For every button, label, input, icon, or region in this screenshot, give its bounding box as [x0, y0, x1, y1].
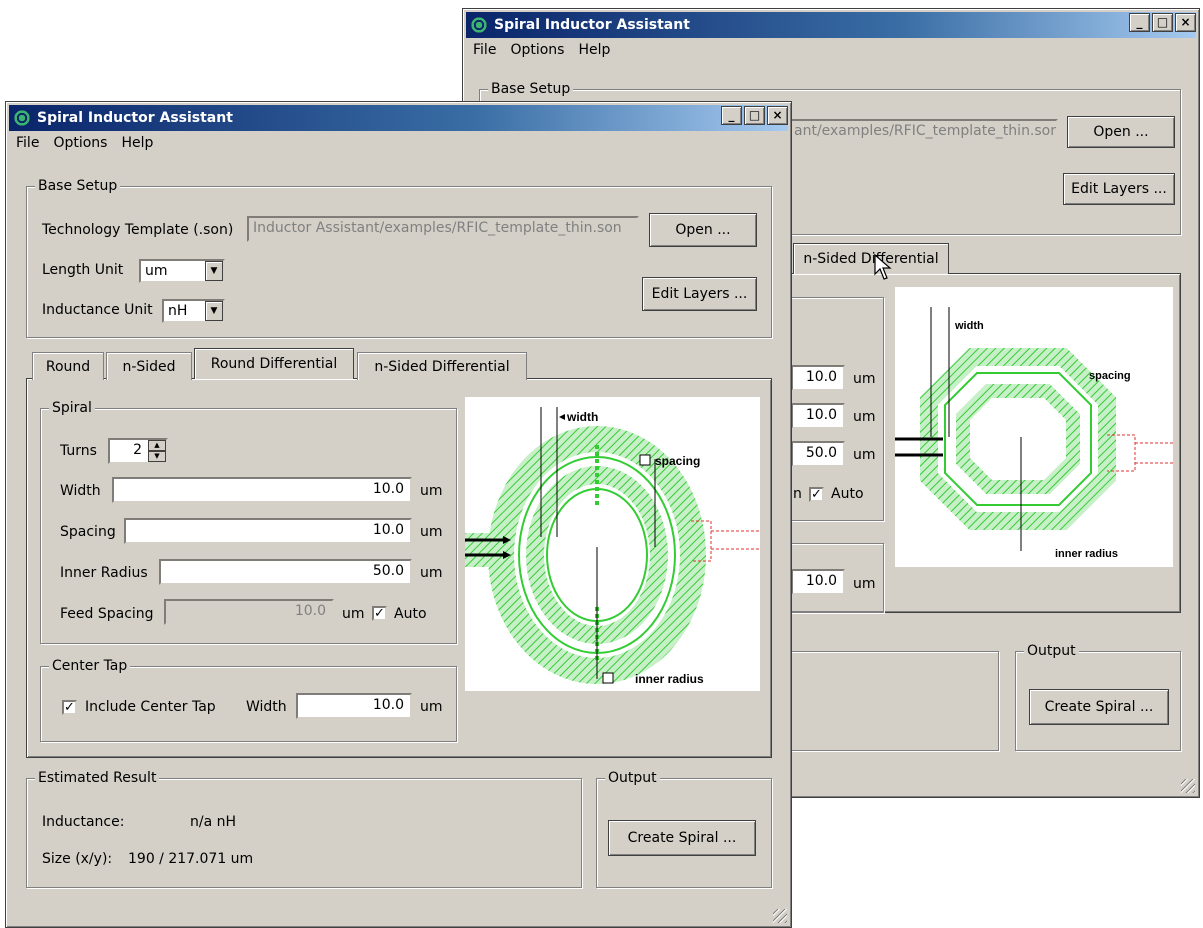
- template-field[interactable]: Inductor Assistant/examples/RFIC_templat…: [247, 216, 639, 242]
- back-spacing-field[interactable]: 10.0: [791, 403, 845, 429]
- back-edit-layers-button[interactable]: Edit Layers ...: [1063, 173, 1175, 205]
- spacing-field[interactable]: 10.0: [124, 518, 412, 544]
- mouse-cursor-icon: [874, 254, 892, 280]
- back-inner-radius-unit: um: [853, 447, 876, 463]
- template-label: Technology Template (.son): [42, 222, 234, 238]
- width-unit: um: [420, 483, 443, 499]
- back-width-unit: um: [853, 371, 876, 387]
- menu-options[interactable]: Options: [53, 135, 107, 157]
- estimated-result-label: Estimated Result: [35, 770, 160, 786]
- back-inner-radius-field[interactable]: 50.0: [791, 441, 845, 467]
- diagram-width-label: width: [566, 410, 598, 424]
- chevron-down-icon[interactable]: ▼: [205, 301, 223, 321]
- back-window-title: Spiral Inductor Assistant: [494, 17, 690, 33]
- turns-label: Turns: [60, 443, 97, 459]
- back-open-button[interactable]: Open ...: [1067, 116, 1175, 148]
- feed-spacing-field[interactable]: 10.0: [164, 599, 334, 625]
- open-button[interactable]: Open ...: [649, 213, 757, 247]
- turns-stepper[interactable]: 2 ▲ ▼: [108, 438, 168, 464]
- size-value: 190 / 217.071 um: [128, 851, 254, 867]
- back-spiral-diagram: width spacing inner radius: [895, 287, 1173, 567]
- spin-down-icon[interactable]: ▼: [148, 451, 166, 462]
- inductance-label: Inductance:: [42, 814, 125, 830]
- spacing-label: Spacing: [60, 524, 116, 540]
- minimize-button[interactable]: _: [1129, 13, 1150, 32]
- diagram-spacing-label: spacing: [655, 454, 700, 468]
- inner-radius-unit: um: [420, 565, 443, 581]
- maximize-button[interactable]: □: [1152, 13, 1173, 32]
- back-diagram-inner-radius-label: inner radius: [1055, 548, 1118, 560]
- feed-spacing-unit: um: [342, 606, 365, 622]
- length-unit-label: Length Unit: [42, 262, 124, 278]
- tab-round-differential[interactable]: Round Differential: [194, 348, 354, 379]
- back-diagram-spacing-label: spacing: [1089, 370, 1131, 382]
- back-create-spiral-button[interactable]: Create Spiral ...: [1029, 689, 1169, 725]
- menu-file[interactable]: File: [16, 135, 39, 157]
- front-menubar: File Options Help: [10, 135, 153, 157]
- back-tab-n-sided-differential[interactable]: n-Sided Differential: [793, 243, 949, 274]
- tab-n-sided-differential[interactable]: n-Sided Differential: [357, 352, 527, 380]
- spin-up-icon[interactable]: ▲: [148, 440, 166, 451]
- create-spiral-button[interactable]: Create Spiral ...: [608, 820, 756, 856]
- back-resize-grip[interactable]: [1181, 779, 1195, 793]
- inductance-unit-select[interactable]: nH ▼: [162, 299, 225, 323]
- maximize-button[interactable]: □: [744, 106, 765, 125]
- auto-checkbox[interactable]: ✓: [372, 606, 387, 621]
- center-tap-width-label: Width: [246, 699, 287, 715]
- back-output-label: Output: [1024, 643, 1079, 659]
- width-field[interactable]: 10.0: [112, 477, 412, 503]
- back-titlebar[interactable]: Spiral Inductor Assistant: [466, 12, 1196, 38]
- tab-n-sided[interactable]: n-Sided: [106, 352, 192, 380]
- spiral-group-label: Spiral: [49, 400, 95, 416]
- feed-spacing-label: Feed Spacing: [60, 606, 154, 622]
- back-spacing-unit: um: [853, 409, 876, 425]
- center-tap-width-field[interactable]: 10.0: [296, 693, 412, 719]
- back-feed-unit-partial: n: [793, 486, 802, 502]
- minimize-button[interactable]: _: [721, 106, 742, 125]
- round-differential-spiral-diagram: width spacing inner radius: [465, 397, 760, 691]
- back-base-setup-label: Base Setup: [488, 81, 574, 97]
- menu-help[interactable]: Help: [121, 135, 153, 157]
- front-window-title: Spiral Inductor Assistant: [37, 110, 233, 126]
- size-label: Size (x/y):: [42, 851, 113, 867]
- spacing-unit: um: [420, 524, 443, 540]
- length-unit-select[interactable]: um ▼: [139, 259, 225, 283]
- include-center-tap-checkbox[interactable]: ✓: [62, 700, 77, 715]
- spiral-app-icon: [470, 16, 488, 34]
- front-window[interactable]: Spiral Inductor Assistant _ □ × File Opt…: [5, 101, 792, 928]
- menu-help[interactable]: Help: [578, 42, 610, 64]
- resize-grip[interactable]: [773, 909, 787, 923]
- chevron-down-icon[interactable]: ▼: [205, 261, 223, 281]
- tab-round[interactable]: Round: [32, 352, 104, 380]
- spiral-app-icon: [13, 109, 31, 127]
- back-template-field[interactable]: ant/examples/RFIC_template_thin.son: [788, 119, 1058, 145]
- back-diagram-width-label: width: [954, 320, 984, 332]
- close-button[interactable]: ×: [767, 106, 788, 125]
- edit-layers-button[interactable]: Edit Layers ...: [642, 277, 757, 311]
- auto-label: Auto: [394, 606, 427, 622]
- back-center-tap-width-field[interactable]: 10.0: [791, 569, 845, 595]
- diagram-inner-radius-label: inner radius: [635, 672, 704, 686]
- estimated-result-group: Estimated Result: [26, 770, 582, 888]
- back-width-field[interactable]: 10.0: [791, 365, 845, 391]
- menu-file[interactable]: File: [473, 42, 496, 64]
- include-center-tap-label: Include Center Tap: [85, 699, 216, 715]
- menu-options[interactable]: Options: [510, 42, 564, 64]
- back-center-tap-width-unit: um: [853, 576, 876, 592]
- back-auto-label: Auto: [831, 486, 864, 502]
- front-titlebar[interactable]: Spiral Inductor Assistant: [9, 105, 788, 131]
- output-label: Output: [605, 770, 660, 786]
- back-menubar: File Options Help: [467, 42, 610, 64]
- inner-radius-field[interactable]: 50.0: [159, 559, 412, 585]
- inner-radius-label: Inner Radius: [60, 565, 148, 581]
- inductance-value: n/a nH: [190, 814, 237, 830]
- close-button[interactable]: ×: [1175, 13, 1196, 32]
- inductance-unit-label: Inductance Unit: [42, 302, 153, 318]
- back-auto-checkbox[interactable]: ✓: [809, 487, 824, 502]
- center-tap-label: Center Tap: [49, 658, 131, 674]
- center-tap-width-unit: um: [420, 699, 443, 715]
- base-setup-label: Base Setup: [35, 178, 121, 194]
- width-label: Width: [60, 483, 101, 499]
